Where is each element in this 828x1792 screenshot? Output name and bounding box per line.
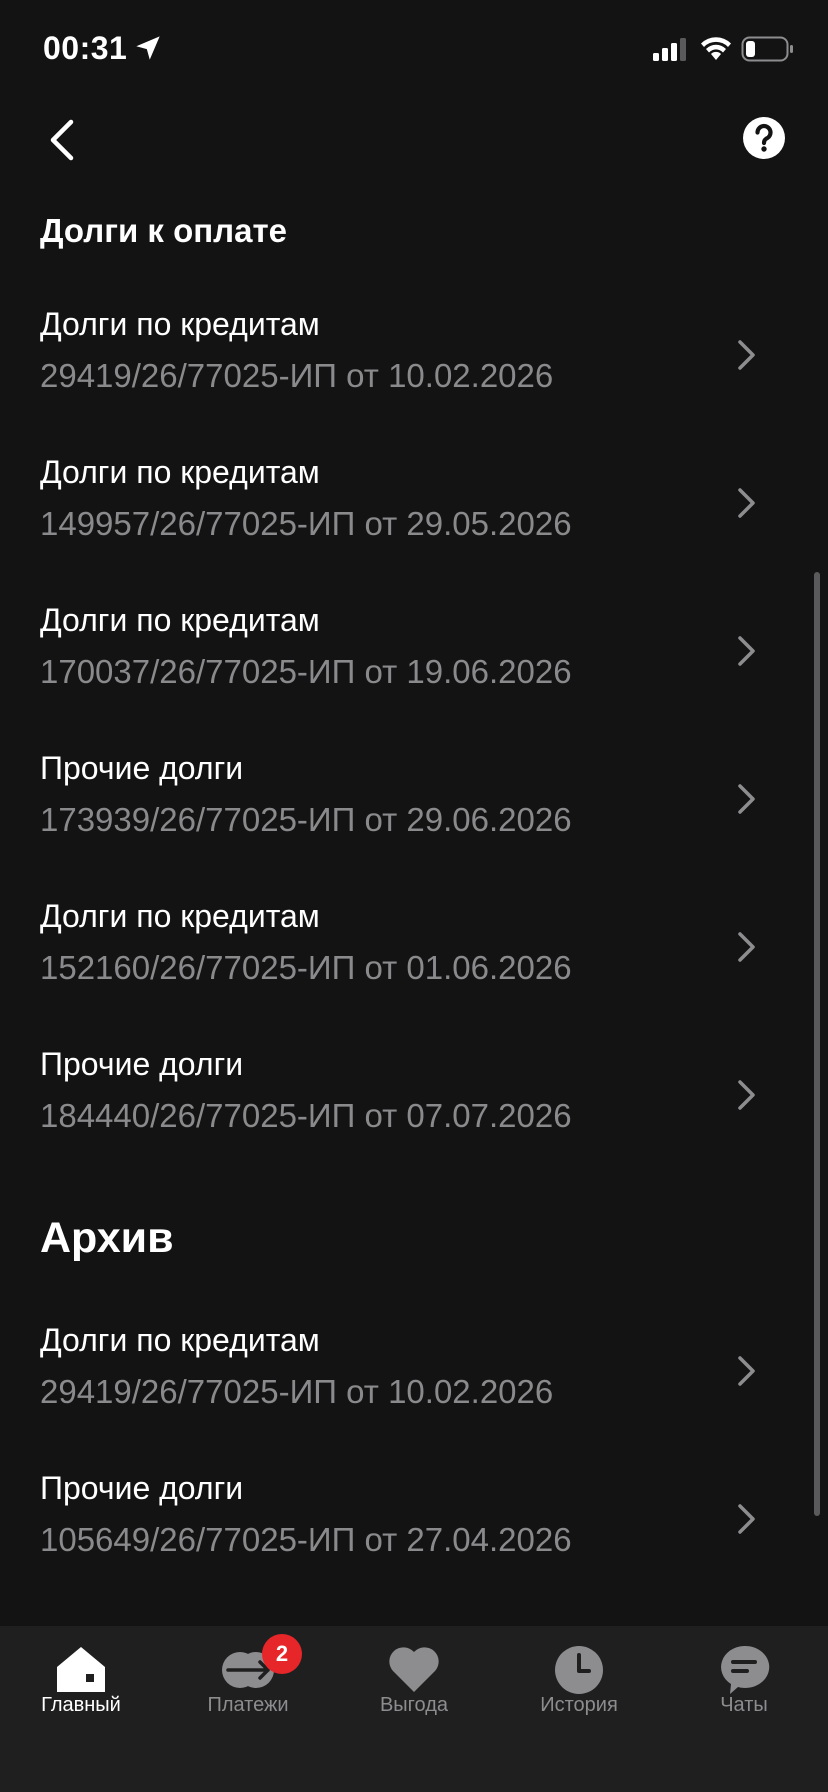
back-button[interactable] [36, 110, 88, 170]
tab-chats[interactable]: Чаты [669, 1626, 819, 1746]
chevron-right-icon [738, 1504, 755, 1534]
status-time: 00:31 [43, 30, 128, 66]
screen: 00:31 Долги к оплате Долги по кредитам 2… [0, 0, 828, 1792]
chevron-right-icon [738, 1356, 755, 1386]
archive-item-title: Долги по кредитам [40, 1322, 320, 1358]
chevron-right-icon [738, 340, 755, 370]
debt-item-title: Долги по кредитам [40, 454, 320, 490]
debt-item-title: Долги по кредитам [40, 898, 320, 934]
debt-item-subtitle: 184440/26/77025-ИП от 07.07.2026 [40, 1097, 572, 1134]
battery-icon [741, 36, 793, 62]
tab-bar: Главный Платежи Выгода История Чаты [0, 1626, 828, 1792]
home-icon [57, 1647, 105, 1692]
tab-history[interactable]: История [504, 1626, 654, 1746]
archive-item[interactable]: Долги по кредитам 29419/26/77025-ИП от 1… [0, 1322, 828, 1470]
debt-item-subtitle: 149957/26/77025-ИП от 29.05.2026 [40, 505, 572, 542]
archive-item-subtitle: 105649/26/77025-ИП от 27.04.2026 [40, 1521, 572, 1558]
chevron-right-icon [738, 636, 755, 666]
tab-payments-label: Платежи [207, 1694, 289, 1716]
debt-item[interactable]: Долги по кредитам 152160/26/77025-ИП от … [0, 898, 828, 1046]
tab-home-label: Главный [41, 1694, 121, 1716]
tab-payments[interactable]: Платежи [173, 1626, 323, 1746]
debt-item-subtitle: 170037/26/77025-ИП от 19.06.2026 [40, 653, 572, 690]
help-icon[interactable] [742, 116, 786, 160]
debt-item[interactable]: Долги по кредитам 149957/26/77025-ИП от … [0, 454, 828, 602]
tab-benefits-label: Выгода [379, 1694, 449, 1716]
tab-history-label: История [540, 1694, 618, 1716]
archive-item[interactable]: Прочие долги 105649/26/77025-ИП от 27.04… [0, 1470, 828, 1618]
wifi-icon [701, 37, 731, 60]
debt-item-subtitle: 152160/26/77025-ИП от 01.06.2026 [40, 949, 572, 986]
clock-icon [555, 1646, 603, 1694]
tab-benefits[interactable]: Выгода [339, 1626, 489, 1746]
debts-section-title: Долги к оплате [40, 212, 288, 249]
debt-item-title: Прочие долги [40, 1046, 244, 1082]
debt-item[interactable]: Долги по кредитам 170037/26/77025-ИП от … [0, 602, 828, 750]
tab-chats-label: Чаты [720, 1694, 768, 1716]
chevron-right-icon [738, 932, 755, 962]
debt-item-title: Долги по кредитам [40, 602, 320, 638]
chevron-right-icon [738, 488, 755, 518]
debt-item-title: Прочие долги [40, 750, 244, 786]
debt-item-subtitle: 29419/26/77025-ИП от 10.02.2026 [40, 357, 554, 394]
location-arrow-icon [136, 36, 160, 60]
status-bar: 00:31 [0, 0, 828, 100]
chevron-right-icon [738, 1080, 755, 1110]
archive-item-subtitle: 29419/26/77025-ИП от 10.02.2026 [40, 1373, 554, 1410]
chat-icon [721, 1645, 770, 1694]
debt-item-title: Долги по кредитам [40, 306, 320, 342]
chevron-left-icon [50, 119, 74, 161]
debt-item[interactable]: Прочие долги 173939/26/77025-ИП от 29.06… [0, 750, 828, 898]
cellular-signal-icon [653, 38, 686, 61]
heart-icon [389, 1647, 439, 1692]
debt-item[interactable]: Долги по кредитам 29419/26/77025-ИП от 1… [0, 306, 828, 454]
tab-home[interactable]: Главный [6, 1626, 156, 1746]
archive-item-title: Прочие долги [40, 1470, 244, 1506]
payments-badge: 2 [262, 1634, 302, 1674]
archive-section-title: Архив [40, 1214, 174, 1262]
chevron-right-icon [738, 784, 755, 814]
scrollbar[interactable] [814, 572, 820, 1516]
debt-item[interactable]: Прочие долги 184440/26/77025-ИП от 07.07… [0, 1046, 828, 1194]
debt-item-subtitle: 173939/26/77025-ИП от 29.06.2026 [40, 801, 572, 838]
